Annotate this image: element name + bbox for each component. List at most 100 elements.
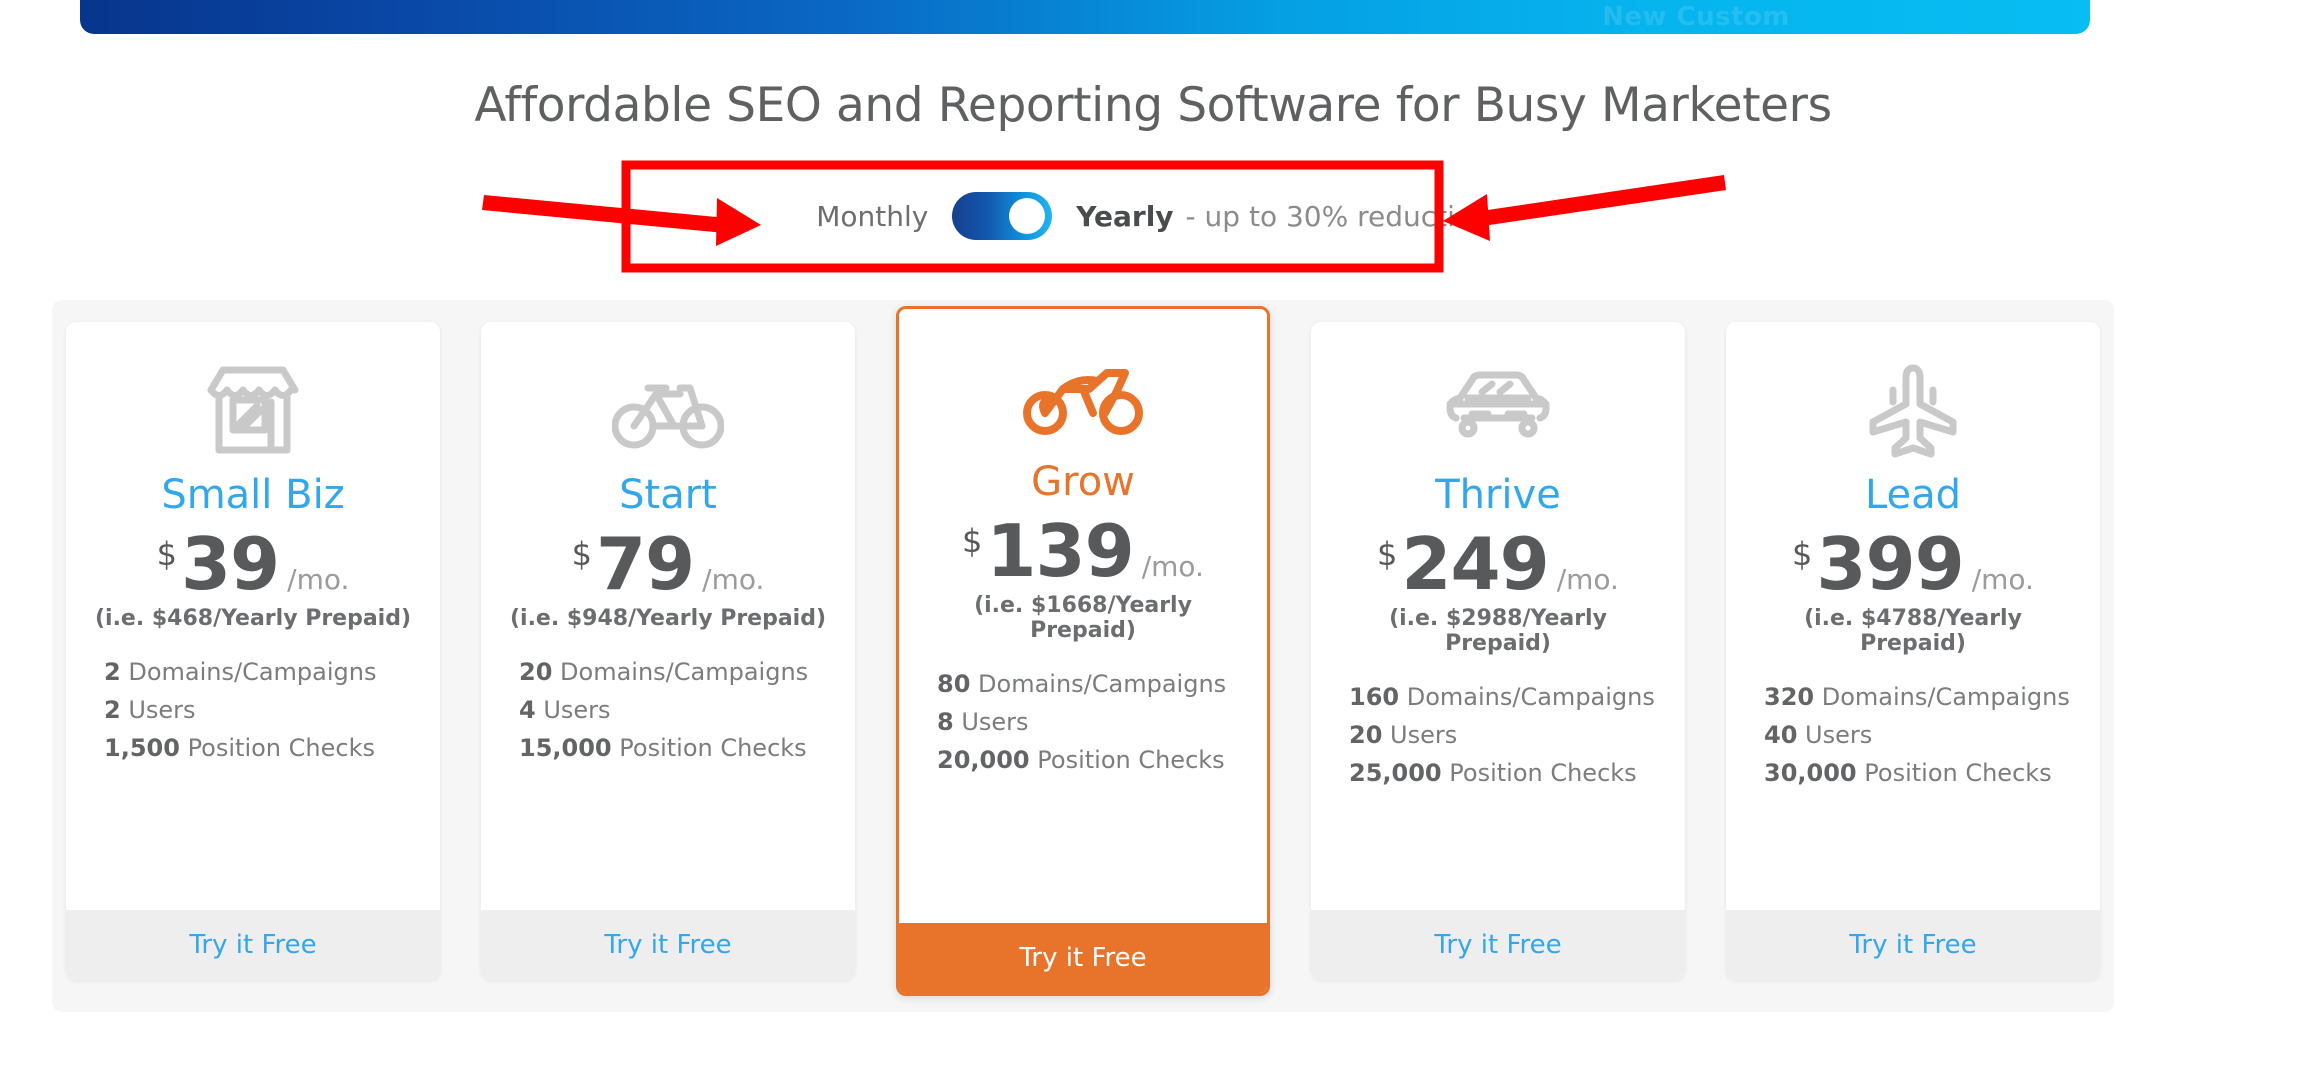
page-title: Affordable SEO and Reporting Software fo… bbox=[474, 78, 1832, 133]
feature-item: 25,000 Position Checks bbox=[1349, 758, 1661, 790]
feature-item: 8 Users bbox=[937, 707, 1243, 739]
airplane-icon bbox=[1750, 350, 2076, 470]
feature-value: 40 bbox=[1764, 720, 1798, 749]
plan-name: Lead bbox=[1864, 472, 1962, 518]
feature-label: Position Checks bbox=[1864, 758, 2052, 787]
feature-item: 15,000 Position Checks bbox=[519, 733, 831, 765]
feature-value: 15,000 bbox=[519, 733, 612, 762]
price-currency: $ bbox=[1377, 535, 1398, 573]
price-currency: $ bbox=[156, 535, 177, 573]
plan-name: Small Biz bbox=[161, 472, 345, 518]
try-it-free-button[interactable]: Try it Free bbox=[481, 910, 855, 980]
feature-label: Domains/Campaigns bbox=[978, 670, 1227, 698]
feature-label: Domains/Campaigns bbox=[128, 658, 377, 686]
price-amount: 399 bbox=[1816, 522, 1964, 606]
billing-yearly-label[interactable]: Yearly bbox=[1076, 200, 1173, 233]
plan-features: 2 Domains/Campaigns 2 Users 1,500 Positi… bbox=[90, 657, 416, 771]
card-body: Grow $ 139 /mo. (i.e. $1668/Yearly Prepa… bbox=[899, 309, 1267, 923]
feature-label: Users bbox=[543, 695, 611, 724]
try-it-free-button[interactable]: Try it Free bbox=[66, 910, 440, 980]
feature-value: 8 bbox=[937, 707, 954, 736]
feature-value: 20 bbox=[519, 658, 553, 686]
bicycle-icon bbox=[505, 350, 831, 470]
feature-item: 160 Domains/Campaigns bbox=[1349, 682, 1661, 714]
price-period: /mo. bbox=[1971, 563, 2034, 596]
feature-label: Position Checks bbox=[187, 733, 375, 762]
pricing-page: New Custom Affordable SEO and Reporting … bbox=[0, 0, 2306, 1068]
feature-value: 2 bbox=[104, 658, 121, 686]
pricing-card-lead[interactable]: Lead $ 399 /mo. (i.e. $4788/Yearly Prepa… bbox=[1726, 322, 2100, 980]
yearly-prepaid-note: (i.e. $1668/Yearly Prepaid) bbox=[974, 593, 1192, 643]
feature-item: 40 Users bbox=[1764, 720, 2076, 752]
pricing-card-grow[interactable]: Grow $ 139 /mo. (i.e. $1668/Yearly Prepa… bbox=[896, 306, 1270, 996]
pricing-cards: Small Biz $ 39 /mo. (i.e. $468/Yearly Pr… bbox=[52, 306, 2114, 996]
toggle-knob[interactable] bbox=[1009, 198, 1046, 234]
motorcycle-icon bbox=[923, 337, 1243, 457]
price-currency: $ bbox=[1792, 535, 1813, 573]
feature-item: 2 Users bbox=[104, 695, 416, 727]
feature-value: 160 bbox=[1349, 683, 1400, 711]
feature-item: 2 Domains/Campaigns bbox=[104, 657, 416, 689]
pricing-card-start[interactable]: Start $ 79 /mo. (i.e. $948/Yearly Prepai… bbox=[481, 322, 855, 980]
feature-item: 20,000 Position Checks bbox=[937, 745, 1243, 777]
card-body: Small Biz $ 39 /mo. (i.e. $468/Yearly Pr… bbox=[66, 322, 440, 910]
feature-label: Users bbox=[961, 707, 1029, 736]
plan-price: $ 39 /mo. bbox=[90, 528, 416, 600]
price-period: /mo. bbox=[287, 563, 350, 596]
plan-features: 320 Domains/Campaigns 40 Users 30,000 Po… bbox=[1750, 682, 2076, 796]
yearly-prepaid-note: (i.e. $2988/Yearly Prepaid) bbox=[1389, 606, 1607, 656]
card-body: Lead $ 399 /mo. (i.e. $4788/Yearly Prepa… bbox=[1726, 322, 2100, 910]
pricing-card-small-biz[interactable]: Small Biz $ 39 /mo. (i.e. $468/Yearly Pr… bbox=[66, 322, 440, 980]
feature-label: Domains/Campaigns bbox=[1406, 683, 1655, 711]
feature-label: Users bbox=[1390, 720, 1458, 749]
feature-value: 20,000 bbox=[937, 745, 1030, 774]
feature-item: 20 Domains/Campaigns bbox=[519, 657, 831, 689]
billing-period-toggle[interactable] bbox=[952, 192, 1053, 240]
feature-value: 1,500 bbox=[104, 733, 180, 762]
try-it-free-button[interactable]: Try it Free bbox=[1311, 910, 1685, 980]
plan-name: Thrive bbox=[1435, 472, 1561, 518]
plan-features: 80 Domains/Campaigns 8 Users 20,000 Posi… bbox=[923, 669, 1243, 783]
pricing-card-thrive[interactable]: Thrive $ 249 /mo. (i.e. $2988/Yearly Pre… bbox=[1311, 322, 1685, 980]
feature-item: 30,000 Position Checks bbox=[1764, 758, 2076, 790]
try-it-free-button[interactable]: Try it Free bbox=[1726, 910, 2100, 980]
price-amount: 79 bbox=[595, 522, 695, 606]
top-banner: New Custom bbox=[80, 0, 2090, 34]
price-period: /mo. bbox=[1556, 563, 1619, 596]
card-body: Thrive $ 249 /mo. (i.e. $2988/Yearly Pre… bbox=[1311, 322, 1685, 910]
card-body: Start $ 79 /mo. (i.e. $948/Yearly Prepai… bbox=[481, 322, 855, 910]
yearly-prepaid-note: (i.e. $4788/Yearly Prepaid) bbox=[1804, 606, 2022, 656]
feature-label: Domains/Campaigns bbox=[560, 658, 809, 686]
plan-name: Grow bbox=[1031, 459, 1135, 505]
feature-value: 80 bbox=[937, 670, 971, 698]
feature-label: Position Checks bbox=[1449, 758, 1637, 787]
plan-features: 160 Domains/Campaigns 20 Users 25,000 Po… bbox=[1335, 682, 1661, 796]
plan-features: 20 Domains/Campaigns 4 Users 15,000 Posi… bbox=[505, 657, 831, 771]
price-currency: $ bbox=[962, 522, 983, 560]
feature-value: 320 bbox=[1764, 683, 1815, 711]
price-amount: 249 bbox=[1401, 522, 1549, 606]
feature-item: 4 Users bbox=[519, 695, 831, 727]
feature-value: 20 bbox=[1349, 720, 1383, 749]
feature-value: 25,000 bbox=[1349, 758, 1442, 787]
feature-label: Position Checks bbox=[1037, 745, 1225, 774]
feature-value: 2 bbox=[104, 695, 121, 724]
try-it-free-button[interactable]: Try it Free bbox=[899, 923, 1267, 993]
price-amount: 39 bbox=[180, 522, 280, 606]
feature-label: Users bbox=[1805, 720, 1873, 749]
feature-value: 4 bbox=[519, 695, 536, 724]
billing-monthly-label[interactable]: Monthly bbox=[816, 200, 928, 233]
feature-item: 80 Domains/Campaigns bbox=[937, 669, 1243, 701]
feature-item: 20 Users bbox=[1349, 720, 1661, 752]
feature-value: 30,000 bbox=[1764, 758, 1857, 787]
yearly-prepaid-note: (i.e. $468/Yearly Prepaid) bbox=[94, 606, 412, 631]
plan-price: $ 249 /mo. bbox=[1335, 528, 1661, 600]
feature-label: Users bbox=[128, 695, 196, 724]
price-currency: $ bbox=[571, 535, 592, 573]
price-amount: 139 bbox=[986, 509, 1134, 593]
storefront-icon bbox=[90, 350, 416, 470]
feature-label: Domains/Campaigns bbox=[1821, 683, 2070, 711]
price-period: /mo. bbox=[702, 563, 765, 596]
plan-name: Start bbox=[619, 472, 717, 518]
price-period: /mo. bbox=[1141, 550, 1204, 583]
